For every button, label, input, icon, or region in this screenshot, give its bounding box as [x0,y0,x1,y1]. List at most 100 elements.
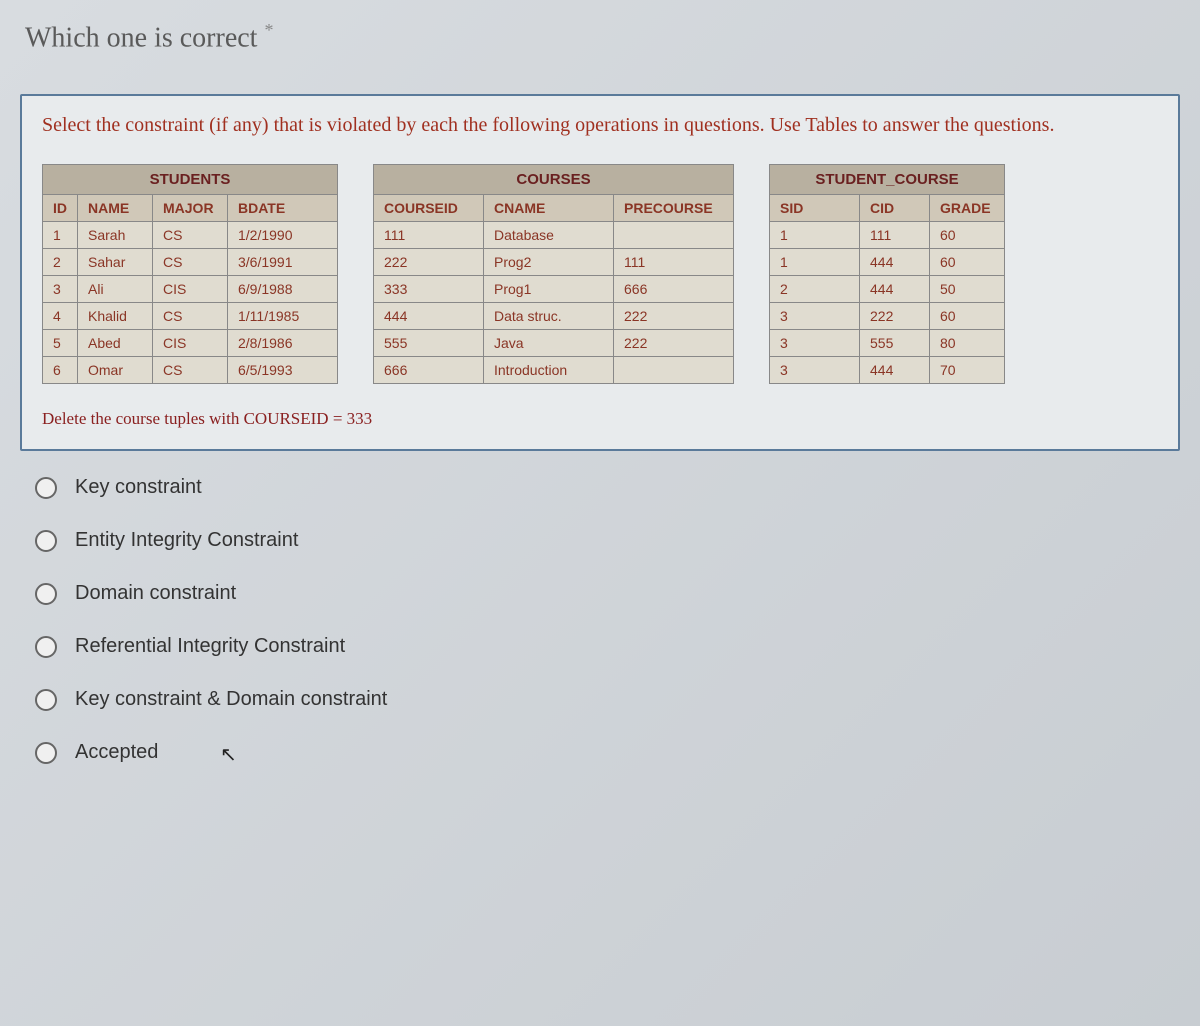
table-cell: 1 [770,249,860,276]
table-header: CNAME [484,195,614,222]
answer-option-3[interactable]: Referential Integrity Constraint [35,635,1180,658]
students-table: STUDENTS IDNAMEMAJORBDATE 1SarahCS1/2/19… [42,164,338,384]
radio-button[interactable] [35,583,57,605]
table-cell: Sarah [78,222,153,249]
table-cell: Prog2 [484,249,614,276]
table-row: 355580 [770,330,1005,357]
radio-button[interactable] [35,742,57,764]
table-cell: 444 [374,303,484,330]
table-cell: Data struc. [484,303,614,330]
table-cell: CIS [153,330,228,357]
table-cell: CS [153,249,228,276]
table-row: 1SarahCS1/2/1990 [43,222,338,249]
question-title-text: Which one is correct [25,22,257,53]
courses-table: COURSES COURSEIDCNAMEPRECOURSE 111Databa… [373,164,734,384]
table-cell: 3 [43,276,78,303]
table-cell: Introduction [484,357,614,384]
table-cell: 222 [374,249,484,276]
question-content-box: Select the constraint (if any) that is v… [20,94,1180,451]
table-cell [614,222,734,249]
question-title: Which one is correct * [20,20,1180,54]
table-cell: 2/8/1986 [228,330,338,357]
table-row: 555Java222 [374,330,734,357]
table-cell: 555 [374,330,484,357]
table-row: 333Prog1666 [374,276,734,303]
option-label: Accepted [75,741,158,764]
table-header: NAME [78,195,153,222]
table-cell [614,357,734,384]
student-course-table: STUDENT_COURSE SIDCIDGRADE 1111601444602… [769,164,1005,384]
option-label: Referential Integrity Constraint [75,635,345,658]
answer-option-2[interactable]: Domain constraint [35,582,1180,605]
instruction-text: Select the constraint (if any) that is v… [42,111,1158,139]
table-header: ID [43,195,78,222]
table-cell: 60 [930,222,1005,249]
table-cell: 3 [770,330,860,357]
students-title: STUDENTS [43,165,338,195]
courses-title: COURSES [374,165,734,195]
table-cell: 4 [43,303,78,330]
table-cell: 5 [43,330,78,357]
table-cell: 222 [614,303,734,330]
students-table-wrap: STUDENTS IDNAMEMAJORBDATE 1SarahCS1/2/19… [42,164,338,384]
table-cell: 3/6/1991 [228,249,338,276]
table-row: 6OmarCS6/5/1993 [43,357,338,384]
table-cell: 2 [43,249,78,276]
answer-option-5[interactable]: Accepted [35,741,1180,764]
student-course-table-wrap: STUDENT_COURSE SIDCIDGRADE 1111601444602… [769,164,1005,384]
table-row: 111160 [770,222,1005,249]
table-row: 5AbedCIS2/8/1986 [43,330,338,357]
table-cell: 6/9/1988 [228,276,338,303]
table-cell: 60 [930,303,1005,330]
table-cell: CS [153,222,228,249]
table-cell: 1/2/1990 [228,222,338,249]
table-cell: Khalid [78,303,153,330]
answer-option-0[interactable]: Key constraint [35,476,1180,499]
table-cell: CIS [153,276,228,303]
table-cell: 1 [770,222,860,249]
table-row: 322260 [770,303,1005,330]
table-cell: CS [153,357,228,384]
table-row: 344470 [770,357,1005,384]
option-label: Key constraint [75,476,202,499]
table-header: BDATE [228,195,338,222]
table-cell: 60 [930,249,1005,276]
table-cell: Omar [78,357,153,384]
table-cell: 1 [43,222,78,249]
radio-button[interactable] [35,689,57,711]
table-cell: 80 [930,330,1005,357]
table-cell: 222 [614,330,734,357]
table-cell: 111 [374,222,484,249]
table-cell: 555 [860,330,930,357]
answer-option-4[interactable]: Key constraint & Domain constraint [35,688,1180,711]
table-row: 444Data struc.222 [374,303,734,330]
table-cell: Java [484,330,614,357]
table-cell: 111 [614,249,734,276]
student-course-title: STUDENT_COURSE [770,165,1005,195]
table-cell: Sahar [78,249,153,276]
table-cell: Abed [78,330,153,357]
table-row: 244450 [770,276,1005,303]
table-cell: 444 [860,249,930,276]
table-cell: Prog1 [484,276,614,303]
table-row: 111Database [374,222,734,249]
radio-button[interactable] [35,636,57,658]
radio-button[interactable] [35,530,57,552]
table-cell: 1/11/1985 [228,303,338,330]
table-cell: 6 [43,357,78,384]
table-row: 222Prog2111 [374,249,734,276]
table-cell: 6/5/1993 [228,357,338,384]
table-header: MAJOR [153,195,228,222]
table-row: 2SaharCS3/6/1991 [43,249,338,276]
table-cell: Database [484,222,614,249]
table-cell: 666 [374,357,484,384]
table-cell: 444 [860,357,930,384]
table-cell: 2 [770,276,860,303]
tables-container: STUDENTS IDNAMEMAJORBDATE 1SarahCS1/2/19… [42,164,1158,384]
table-header: CID [860,195,930,222]
answer-option-1[interactable]: Entity Integrity Constraint [35,529,1180,552]
table-row: 144460 [770,249,1005,276]
answer-options: Key constraint Entity Integrity Constrain… [20,476,1180,764]
table-cell: 70 [930,357,1005,384]
radio-button[interactable] [35,477,57,499]
